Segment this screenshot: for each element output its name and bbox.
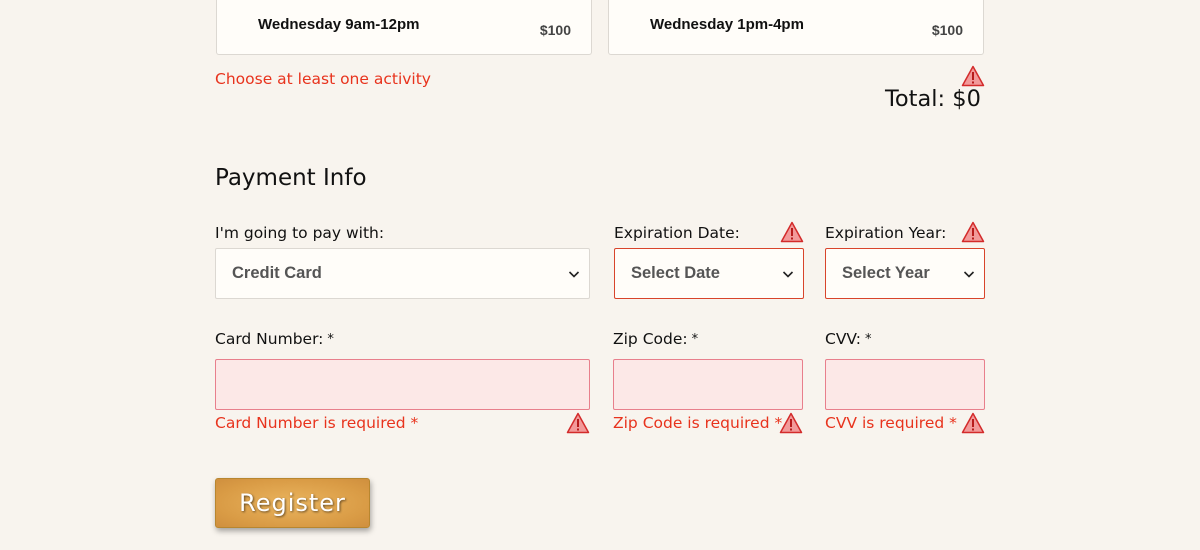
required-marker: *	[327, 332, 334, 347]
cvv-label-text: CVV:	[825, 330, 861, 348]
activity-error-message: Choose at least one activity	[215, 70, 431, 88]
activity-card-wed-morning[interactable]: Wednesday 9am-12pm $100	[216, 0, 592, 55]
expiration-date-value: Select Date	[631, 264, 720, 282]
card-number-input[interactable]	[215, 359, 590, 410]
zip-code-input[interactable]	[613, 359, 803, 410]
registration-form: Wednesday 9am-12pm $100 Wednesday 1pm-4p…	[0, 0, 1200, 550]
payment-info-heading: Payment Info	[215, 165, 367, 191]
expiration-year-value: Select Year	[842, 264, 930, 282]
cvv-label: CVV: *	[825, 330, 872, 348]
register-button[interactable]: Register	[215, 478, 370, 528]
expiration-date-select[interactable]: Select Date	[614, 248, 804, 299]
chevron-down-icon	[782, 271, 794, 278]
expiration-year-label: Expiration Year:	[825, 224, 947, 242]
activity-price: $100	[539, 22, 571, 38]
warning-icon	[566, 412, 590, 434]
warning-icon	[961, 221, 985, 243]
warning-icon	[961, 412, 985, 434]
card-number-label: Card Number: *	[215, 330, 334, 348]
cvv-input[interactable]	[825, 359, 985, 410]
activity-price: $100	[931, 22, 963, 38]
activity-name: Wednesday 1pm-4pm	[650, 16, 804, 33]
zip-code-label: Zip Code: *	[613, 330, 698, 348]
chevron-down-icon	[963, 271, 975, 278]
activity-card-wed-afternoon[interactable]: Wednesday 1pm-4pm $100	[608, 0, 984, 55]
expiration-year-select[interactable]: Select Year	[825, 248, 985, 299]
total-cost: Total: $0	[885, 86, 981, 112]
warning-icon	[779, 412, 803, 434]
zip-code-error: Zip Code is required *	[613, 414, 783, 432]
chevron-down-icon	[568, 271, 580, 278]
cvv-error: CVV is required *	[825, 414, 957, 432]
required-marker: *	[691, 332, 699, 347]
expiration-date-label: Expiration Date:	[614, 224, 740, 242]
card-number-label-text: Card Number:	[215, 330, 324, 348]
warning-icon	[961, 65, 985, 87]
card-number-error: Card Number is required *	[215, 414, 419, 432]
required-marker: *	[865, 332, 872, 347]
payment-method-select[interactable]: Credit Card	[215, 248, 590, 299]
payment-method-value: Credit Card	[232, 264, 322, 282]
activity-name: Wednesday 9am-12pm	[258, 16, 420, 33]
payment-method-label: I'm going to pay with:	[215, 224, 385, 242]
warning-icon	[780, 221, 804, 243]
zip-code-label-text: Zip Code:	[613, 330, 688, 348]
